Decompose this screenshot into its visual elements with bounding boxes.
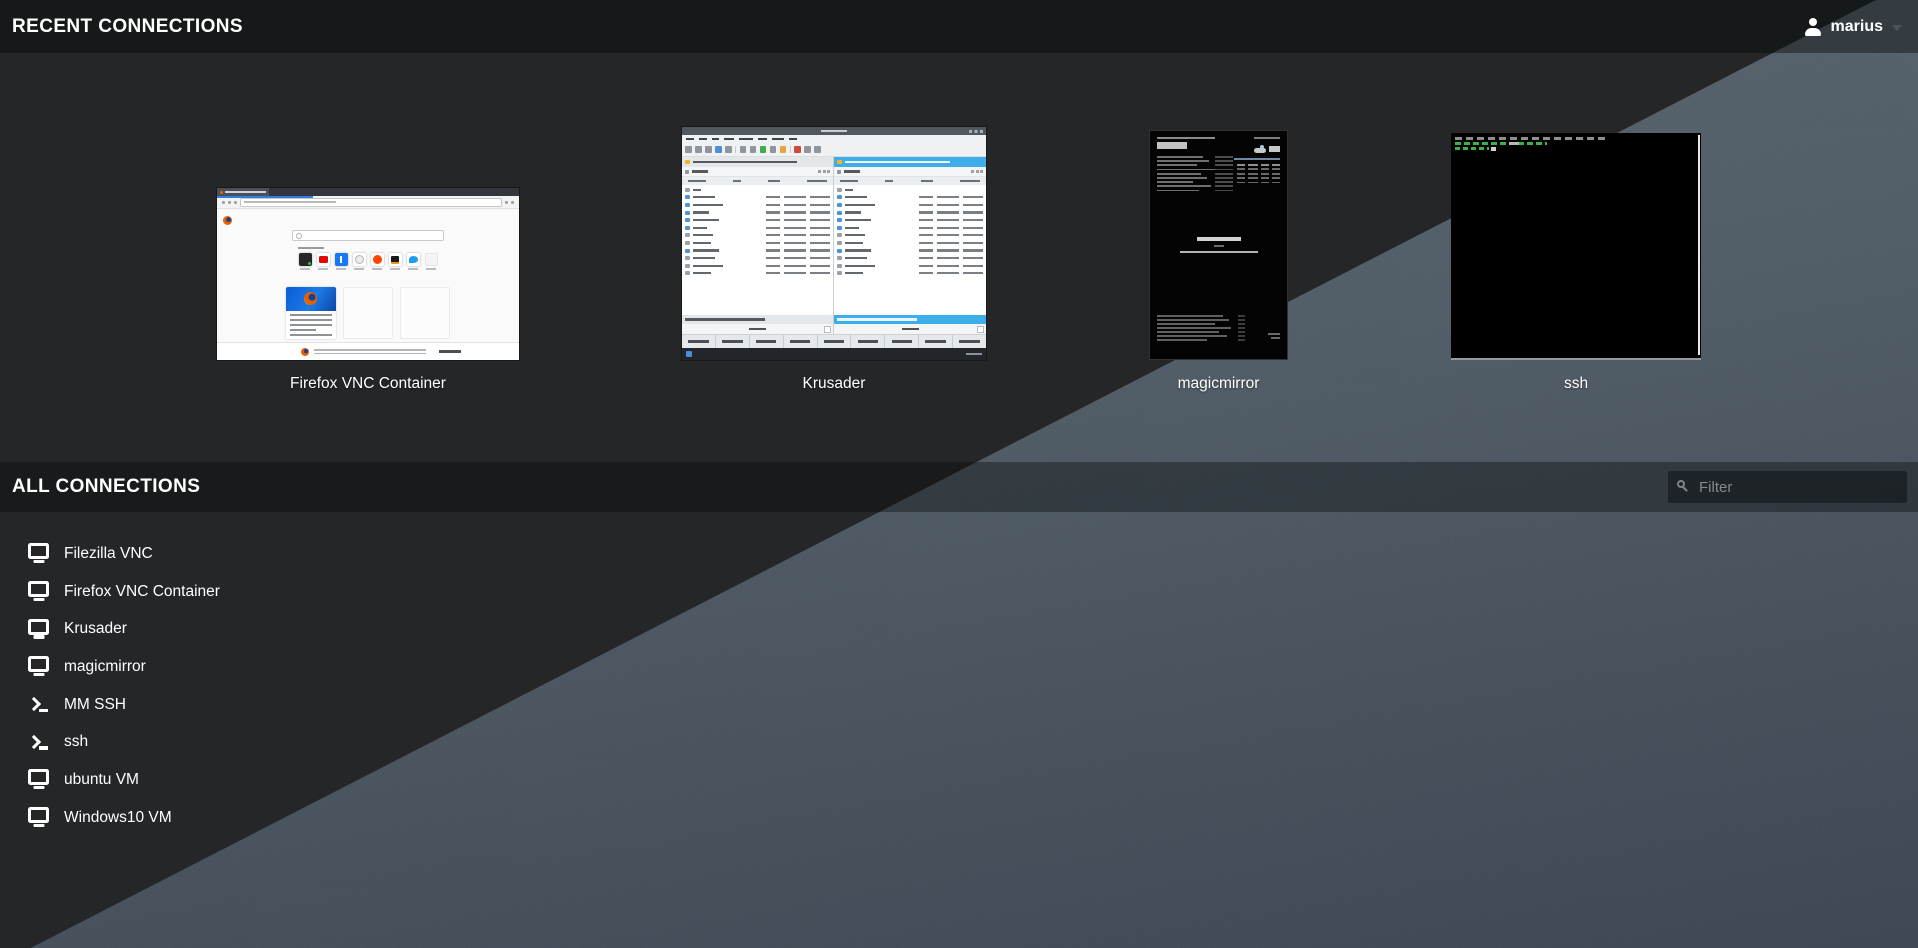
window-title-bar	[682, 127, 986, 135]
connection-list-item-ssh[interactable]: ssh	[0, 723, 108, 761]
all-connections-title: ALL CONNECTIONS	[12, 476, 200, 498]
connection-thumbnail-ssh-terminal	[1451, 133, 1701, 360]
connection-list-item-mm-ssh[interactable]: MM SSH	[0, 686, 146, 724]
guacamole-home-screen: RECENT CONNECTIONS marius	[0, 0, 1918, 948]
terminal-cursor	[1491, 147, 1496, 151]
connection-list: Filezilla VNC Firefox VNC Container Krus…	[0, 535, 240, 837]
newtab-shortcut-tiles	[298, 253, 438, 270]
file-panel-right-active	[834, 157, 986, 334]
connection-caption: Krusader	[803, 375, 866, 393]
breadcrumb-bar-active	[834, 157, 986, 167]
firefox-logo-icon	[223, 216, 232, 225]
connection-label: magicmirror	[64, 658, 146, 676]
terminal-icon	[28, 697, 48, 712]
connection-label: ubuntu VM	[64, 771, 139, 789]
magicmirror-clock-calendar	[1157, 137, 1233, 194]
magicmirror-weather	[1234, 137, 1280, 186]
file-list	[682, 185, 833, 315]
connection-caption: ssh	[1564, 375, 1588, 393]
user-menu[interactable]: marius	[1804, 18, 1902, 36]
chevron-down-icon	[1892, 25, 1902, 31]
recent-connection-krusader[interactable]: Krusader	[682, 127, 986, 393]
terminal-text-line	[1455, 137, 1607, 140]
all-connections-bar: ALL CONNECTIONS	[0, 462, 1918, 512]
monitor-icon	[28, 581, 49, 597]
top-bar: RECENT CONNECTIONS marius	[0, 0, 1918, 53]
connection-label: Windows10 VM	[64, 809, 172, 827]
connection-caption: Firefox VNC Container	[290, 375, 446, 393]
filter-box	[1668, 471, 1907, 503]
highlight-card	[286, 287, 336, 339]
connection-thumbnail-krusader	[682, 127, 986, 360]
column-headers	[834, 177, 986, 185]
filter-input[interactable]	[1668, 471, 1907, 503]
browser-footer-notice	[217, 342, 519, 360]
connection-caption: magicmirror	[1178, 375, 1260, 393]
twitter-tile-icon	[407, 253, 420, 266]
terminal-scrollbar	[1698, 135, 1701, 355]
terminal-tile-icon	[299, 253, 312, 266]
connection-list-item-krusader[interactable]: Krusader	[0, 610, 147, 648]
connection-label: Firefox VNC Container	[64, 583, 220, 601]
panel-status-bar-active	[834, 315, 986, 324]
connection-label: Filezilla VNC	[64, 545, 153, 563]
connection-label: MM SSH	[64, 696, 126, 714]
newtab-highlight-cards	[286, 287, 450, 339]
terminal-icon	[28, 735, 48, 750]
monitor-icon	[28, 543, 49, 559]
recent-connection-ssh[interactable]: ssh	[1451, 133, 1701, 393]
function-key-buttons	[682, 334, 986, 348]
monitor-icon	[28, 656, 49, 672]
recent-connections-section: Firefox VNC Container	[0, 127, 1918, 393]
panel-status-bar	[682, 315, 833, 324]
breadcrumb-bar	[682, 157, 833, 167]
page-title: RECENT CONNECTIONS	[12, 16, 243, 38]
browser-newtab-page	[217, 209, 519, 342]
reddit-tile-icon	[371, 253, 384, 266]
monitor-icon	[28, 769, 49, 785]
file-list	[834, 185, 986, 315]
user-name: marius	[1831, 18, 1883, 36]
magicmirror-news-feed	[1157, 315, 1245, 343]
connection-thumbnail-firefox	[217, 188, 519, 360]
browser-url-bar	[240, 198, 502, 207]
browser-tab-bar	[217, 188, 519, 196]
connection-list-item-magicmirror[interactable]: magicmirror	[0, 648, 166, 686]
firefox-logo-icon	[301, 348, 309, 356]
status-bar	[682, 348, 986, 360]
column-headers	[682, 177, 833, 185]
monitor-icon	[28, 807, 49, 823]
facebook-tile-icon	[335, 253, 348, 266]
connection-label: ssh	[64, 733, 88, 751]
toolbar	[682, 143, 986, 157]
file-panel-left	[682, 157, 834, 334]
newtab-search-bar	[292, 230, 444, 241]
magicmirror-compliment-text	[1150, 237, 1287, 253]
connection-list-item-filezilla-vnc[interactable]: Filezilla VNC	[0, 535, 173, 573]
menu-bar	[682, 135, 986, 143]
wikipedia-tile-icon	[353, 253, 366, 266]
connection-list-item-windows10-vm[interactable]: Windows10 VM	[0, 799, 192, 837]
monitor-icon	[28, 619, 49, 635]
recent-connection-firefox-vnc-container[interactable]: Firefox VNC Container	[217, 188, 519, 393]
connection-thumbnail-magicmirror	[1149, 130, 1288, 360]
weather-icon	[1254, 145, 1266, 153]
amazon-tile-icon	[389, 253, 402, 266]
terminal-text-line	[1455, 142, 1547, 145]
terminal-prompt-line	[1455, 147, 1489, 150]
connection-list-item-firefox-vnc-container[interactable]: Firefox VNC Container	[0, 573, 240, 611]
connection-label: Krusader	[64, 620, 127, 638]
recent-connection-magicmirror[interactable]: magicmirror	[1149, 130, 1288, 393]
user-icon	[1804, 18, 1822, 36]
connection-list-item-ubuntu-vm[interactable]: ubuntu VM	[0, 761, 159, 799]
